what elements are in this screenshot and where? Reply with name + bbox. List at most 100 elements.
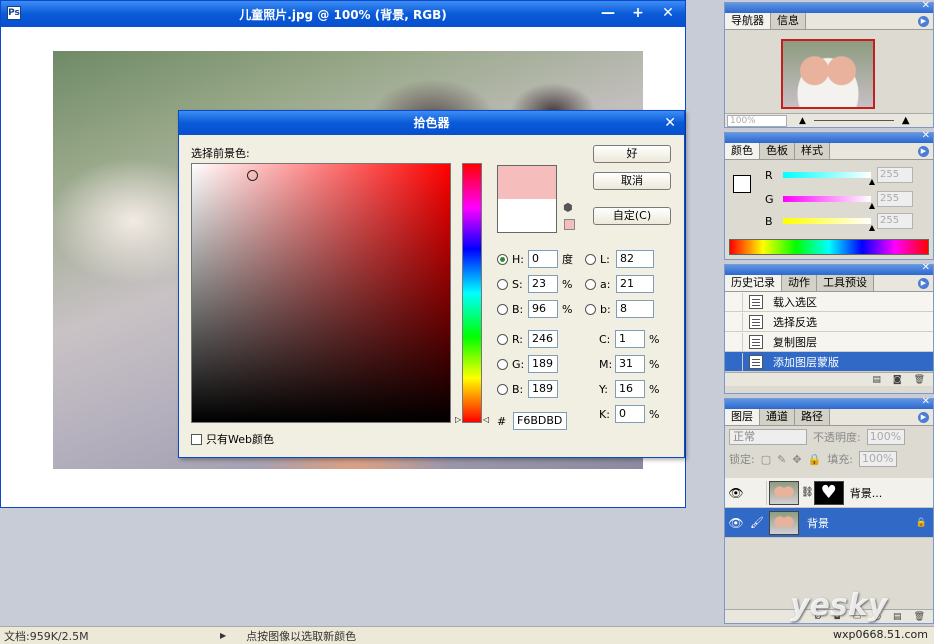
- eye-icon[interactable]: 👁: [725, 516, 747, 530]
- g-input[interactable]: 189: [528, 355, 558, 373]
- close-icon[interactable]: ✕: [922, 130, 930, 141]
- close-icon[interactable]: ✕: [922, 0, 930, 11]
- lock-paint-icon[interactable]: ✎: [777, 453, 786, 466]
- custom-button[interactable]: 自定(C): [593, 207, 671, 225]
- y-input[interactable]: 16: [615, 380, 645, 398]
- g-slider[interactable]: ▲: [783, 196, 875, 210]
- web-colors-only-checkbox[interactable]: 只有Web颜色: [191, 431, 274, 447]
- tab-styles[interactable]: 样式: [795, 143, 830, 159]
- new-document-icon[interactable]: ▤: [872, 375, 881, 385]
- maximize-icon[interactable]: +: [629, 4, 647, 22]
- picker-title-bar[interactable]: 拾色器 ✕: [179, 111, 684, 135]
- tab-tool-presets[interactable]: 工具预设: [817, 275, 874, 291]
- tab-layers[interactable]: 图层: [725, 409, 760, 425]
- ok-button[interactable]: 好: [593, 145, 671, 163]
- foreground-color[interactable]: [733, 175, 751, 193]
- web-safe-swatch[interactable]: [564, 219, 575, 230]
- lock-transparent-icon[interactable]: ▢: [761, 453, 771, 466]
- hue-arrow-right-icon[interactable]: ◁: [483, 415, 489, 424]
- r-input[interactable]: 246: [528, 330, 558, 348]
- tab-color[interactable]: 颜色: [725, 143, 760, 159]
- radio-lab-b[interactable]: [585, 303, 596, 315]
- eye-icon[interactable]: 👁: [725, 486, 747, 500]
- r-value[interactable]: 255: [877, 167, 913, 183]
- radio-l[interactable]: [585, 253, 596, 265]
- tab-channels[interactable]: 通道: [760, 409, 795, 425]
- lock-all-icon[interactable]: 🔒: [808, 453, 822, 466]
- lock-move-icon[interactable]: ✥: [792, 453, 801, 466]
- radio-brightness[interactable]: [497, 303, 508, 315]
- close-icon[interactable]: ✕: [659, 4, 677, 22]
- brightness-input[interactable]: 96: [528, 300, 558, 318]
- radio-b[interactable]: [497, 383, 508, 395]
- blend-mode-select[interactable]: 正常: [729, 429, 807, 445]
- trash-icon[interactable]: 🗑: [914, 612, 925, 622]
- new-layer-icon[interactable]: ▤: [893, 612, 902, 622]
- snapshot-icon[interactable]: ◙: [893, 375, 902, 385]
- zoom-in-icon[interactable]: ▲: [902, 115, 910, 126]
- radio-h[interactable]: [497, 253, 508, 265]
- trash-icon[interactable]: 🗑: [914, 375, 925, 385]
- c-input[interactable]: 1: [615, 330, 645, 348]
- radio-a[interactable]: [585, 278, 596, 290]
- zoom-slider[interactable]: [813, 120, 894, 121]
- lab-b-input[interactable]: 8: [616, 300, 654, 318]
- radio-s[interactable]: [497, 278, 508, 290]
- tab-actions[interactable]: 动作: [782, 275, 817, 291]
- s-input[interactable]: 23: [528, 275, 558, 293]
- b-slider[interactable]: ▲: [783, 218, 875, 232]
- close-icon[interactable]: ✕: [664, 111, 676, 135]
- tab-navigator[interactable]: 导航器: [725, 13, 771, 29]
- link-icon[interactable]: ⛓: [801, 487, 814, 498]
- panel-menu-icon[interactable]: ▶: [918, 146, 929, 157]
- panel-menu-icon[interactable]: ▶: [918, 16, 929, 27]
- b-value[interactable]: 255: [877, 213, 913, 229]
- panel-header[interactable]: ✕: [725, 262, 933, 275]
- close-icon[interactable]: ✕: [922, 396, 930, 407]
- cancel-button[interactable]: 取消: [593, 172, 671, 190]
- hex-input[interactable]: F6BDBD: [513, 412, 567, 430]
- minimize-icon[interactable]: —: [599, 4, 617, 22]
- history-item[interactable]: 选择反选: [725, 312, 933, 332]
- tab-info[interactable]: 信息: [771, 13, 806, 29]
- h-input[interactable]: 0: [528, 250, 558, 268]
- radio-g[interactable]: [497, 358, 508, 370]
- panel-menu-icon[interactable]: ▶: [918, 278, 929, 289]
- history-item[interactable]: 复制图层: [725, 332, 933, 352]
- web-safe-cube-icon[interactable]: ⬢: [563, 201, 573, 214]
- m-input[interactable]: 31: [615, 355, 645, 373]
- panel-header[interactable]: ✕: [725, 0, 933, 13]
- panel-header[interactable]: ✕: [725, 130, 933, 143]
- radio-r[interactable]: [497, 333, 508, 345]
- zoom-out-icon[interactable]: ▲: [799, 116, 806, 126]
- fill-input[interactable]: 100%: [858, 451, 897, 467]
- b-input[interactable]: 189: [528, 380, 558, 398]
- saturation-brightness-field[interactable]: [191, 163, 451, 423]
- layer-row[interactable]: 👁 ⛓ ♥ 背景...: [725, 478, 933, 508]
- zoom-field[interactable]: 100%: [727, 114, 787, 127]
- document-title-bar[interactable]: Ps 儿童照片.jpg @ 100% (背景, RGB) — + ✕: [1, 1, 685, 27]
- current-color-swatch[interactable]: [498, 199, 556, 232]
- color-cursor[interactable]: [247, 170, 258, 181]
- web-colors-checkbox-box[interactable]: [191, 433, 202, 445]
- tab-paths[interactable]: 路径: [795, 409, 830, 425]
- a-input[interactable]: 21: [616, 275, 654, 293]
- panel-menu-icon[interactable]: ▶: [918, 412, 929, 423]
- layer-row-selected[interactable]: 👁 🖌 背景 🔒: [725, 508, 933, 538]
- g-value[interactable]: 255: [877, 191, 913, 207]
- history-item[interactable]: 载入选区: [725, 292, 933, 312]
- hue-slider[interactable]: [462, 163, 482, 423]
- layer-mask-thumbnail[interactable]: ♥: [813, 480, 844, 505]
- tab-swatches[interactable]: 色板: [760, 143, 795, 159]
- l-input[interactable]: 82: [616, 250, 654, 268]
- k-input[interactable]: 0: [615, 405, 645, 423]
- r-slider[interactable]: ▲: [783, 172, 875, 186]
- tab-history[interactable]: 历史记录: [725, 275, 782, 291]
- history-item-selected[interactable]: 添加图层蒙版: [725, 352, 933, 372]
- opacity-input[interactable]: 100%: [866, 429, 905, 445]
- navigator-thumbnail[interactable]: [781, 39, 875, 109]
- panel-header[interactable]: ✕: [725, 396, 933, 409]
- hue-arrow-left-icon[interactable]: ▷: [455, 415, 461, 424]
- document-info[interactable]: 文档:959K/2.5M: [0, 628, 220, 644]
- color-spectrum[interactable]: [729, 239, 929, 255]
